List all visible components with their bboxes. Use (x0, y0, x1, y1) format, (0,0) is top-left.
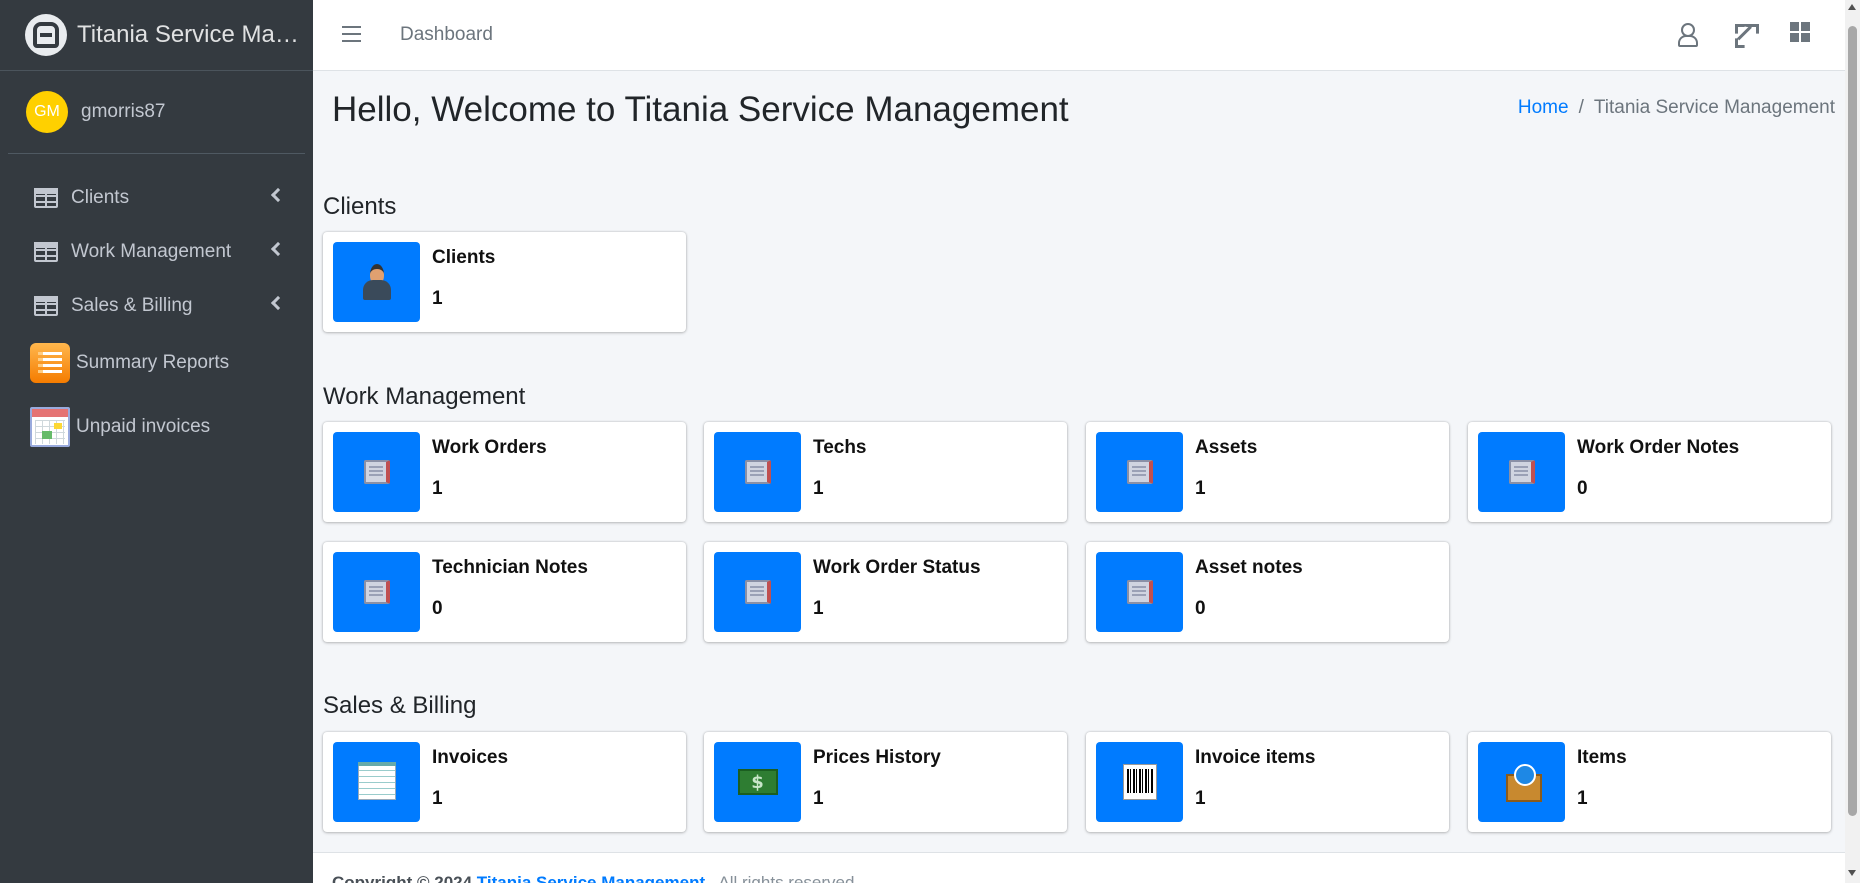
book-icon (1096, 552, 1183, 632)
info-box-technician-notes[interactable]: Technician Notes 0 (323, 542, 686, 642)
username[interactable]: gmorris87 (81, 101, 165, 123)
info-box-clients[interactable]: Clients 1 (323, 232, 686, 332)
table-icon (34, 188, 58, 208)
scroll-up-arrow-icon[interactable] (1848, 4, 1856, 10)
info-box-title: Invoice items (1195, 747, 1316, 768)
money-icon: $ (714, 742, 801, 822)
list-icon (333, 742, 420, 822)
sidebar-item-label: Summary Reports (76, 352, 230, 373)
sidebar-item-label: Work Management (71, 241, 232, 262)
person-icon (333, 242, 420, 322)
avatar: GM (26, 91, 68, 133)
breadcrumb-home-link[interactable]: Home (1518, 97, 1569, 118)
breadcrumb-separator: / (1578, 97, 1584, 118)
info-box-value: 1 (813, 598, 824, 619)
section-title-work-management: Work Management (323, 383, 526, 410)
footer-rights: . All rights reserved. (709, 873, 860, 883)
info-box-title: Work Order Status (813, 557, 981, 578)
info-box-title: Prices History (813, 747, 941, 768)
info-box-title: Work Orders (432, 437, 547, 458)
info-box-work-order-status[interactable]: Work Order Status 1 (704, 542, 1067, 642)
info-box-title: Technician Notes (432, 557, 588, 578)
info-box-work-orders[interactable]: Work Orders 1 (323, 422, 686, 522)
chevron-left-icon (270, 187, 286, 203)
breadcrumb: Home / Titania Service Management (1518, 97, 1835, 119)
calendar-icon (30, 407, 70, 447)
breadcrumb-current: Titania Service Management (1593, 97, 1835, 118)
barcode-icon (1096, 742, 1183, 822)
table-icon (34, 296, 58, 316)
info-box-value: 1 (1195, 788, 1206, 809)
info-box-value: 0 (1195, 598, 1206, 619)
chevron-left-icon (270, 295, 286, 311)
sidebar-item-label: Clients (71, 187, 130, 208)
scrollbar-thumb[interactable] (1848, 26, 1857, 816)
info-box-asset-notes[interactable]: Asset notes 0 (1086, 542, 1449, 642)
box-icon (1478, 742, 1565, 822)
info-box-work-order-notes[interactable]: Work Order Notes 0 (1468, 422, 1831, 522)
sidebar-item-label: Sales & Billing (71, 295, 193, 316)
book-icon (333, 432, 420, 512)
sidebar: Titania Service Man... GM gmorris87 Clie… (0, 0, 313, 883)
info-box-value: 0 (432, 598, 443, 619)
info-box-title: Asset notes (1195, 557, 1303, 578)
scroll-down-arrow-icon[interactable] (1848, 870, 1856, 876)
sidebar-item-sales-billing[interactable]: Sales & Billing (0, 279, 313, 333)
info-box-title: Items (1577, 747, 1627, 768)
info-box-value: 1 (813, 788, 824, 809)
book-icon (1478, 432, 1565, 512)
footer-copyright: Copyright © 2024 (332, 873, 473, 883)
report-list-icon (30, 343, 70, 383)
dashboard-link[interactable]: Dashboard (400, 24, 493, 46)
chevron-left-icon (270, 241, 286, 257)
info-box-techs[interactable]: Techs 1 (704, 422, 1067, 522)
sidebar-nav: Clients Work Management Sales & Billing … (0, 171, 313, 461)
info-box-title: Assets (1195, 437, 1258, 458)
main-content: Hello, Welcome to Titania Service Manage… (313, 71, 1845, 883)
menu-toggle-icon[interactable] (342, 26, 361, 42)
info-box-value: 1 (432, 788, 443, 809)
info-box-value: 0 (1577, 478, 1588, 499)
table-icon (34, 242, 58, 262)
info-box-title: Invoices (432, 747, 509, 768)
section-title-sales-billing: Sales & Billing (323, 692, 477, 719)
page-scrollbar[interactable] (1845, 0, 1860, 883)
info-box-assets[interactable]: Assets 1 (1086, 422, 1449, 522)
grid-icon[interactable] (1790, 22, 1812, 44)
sidebar-item-unpaid-invoices[interactable]: Unpaid invoices (0, 393, 313, 461)
info-box-prices-history[interactable]: $ Prices History 1 (704, 732, 1067, 832)
info-box-value: 1 (432, 478, 443, 499)
section-title-clients: Clients (323, 193, 397, 220)
sidebar-item-summary-reports[interactable]: Summary Reports (0, 333, 313, 393)
footer-brand-link[interactable]: Titania Service Management (477, 873, 705, 883)
sidebar-item-clients[interactable]: Clients (0, 171, 313, 225)
brand-logo-icon (25, 14, 67, 56)
footer: Copyright © 2024 Titania Service Managem… (313, 852, 1845, 883)
info-box-title: Techs (813, 437, 867, 458)
info-box-value: 1 (813, 478, 824, 499)
book-icon (714, 432, 801, 512)
fullscreen-icon[interactable] (1733, 22, 1755, 44)
brand-link[interactable]: Titania Service Man... (0, 0, 313, 71)
info-box-title: Work Order Notes (1577, 437, 1740, 458)
top-navbar: Dashboard (313, 0, 1845, 71)
info-box-invoices[interactable]: Invoices 1 (323, 732, 686, 832)
user-panel[interactable]: GM gmorris87 (8, 71, 305, 154)
book-icon (333, 552, 420, 632)
user-icon[interactable] (1675, 22, 1698, 47)
info-box-title: Clients (432, 247, 496, 268)
sidebar-item-label: Unpaid invoices (76, 416, 211, 437)
info-box-invoice-items[interactable]: Invoice items 1 (1086, 732, 1449, 832)
info-box-value: 1 (1195, 478, 1206, 499)
info-box-value: 1 (1577, 788, 1588, 809)
book-icon (1096, 432, 1183, 512)
info-box-value: 1 (432, 288, 443, 309)
book-icon (714, 552, 801, 632)
sidebar-item-work-management[interactable]: Work Management (0, 225, 313, 279)
page-title: Hello, Welcome to Titania Service Manage… (332, 90, 1069, 129)
info-box-items[interactable]: Items 1 (1468, 732, 1831, 832)
brand-title: Titania Service Man... (77, 21, 307, 48)
